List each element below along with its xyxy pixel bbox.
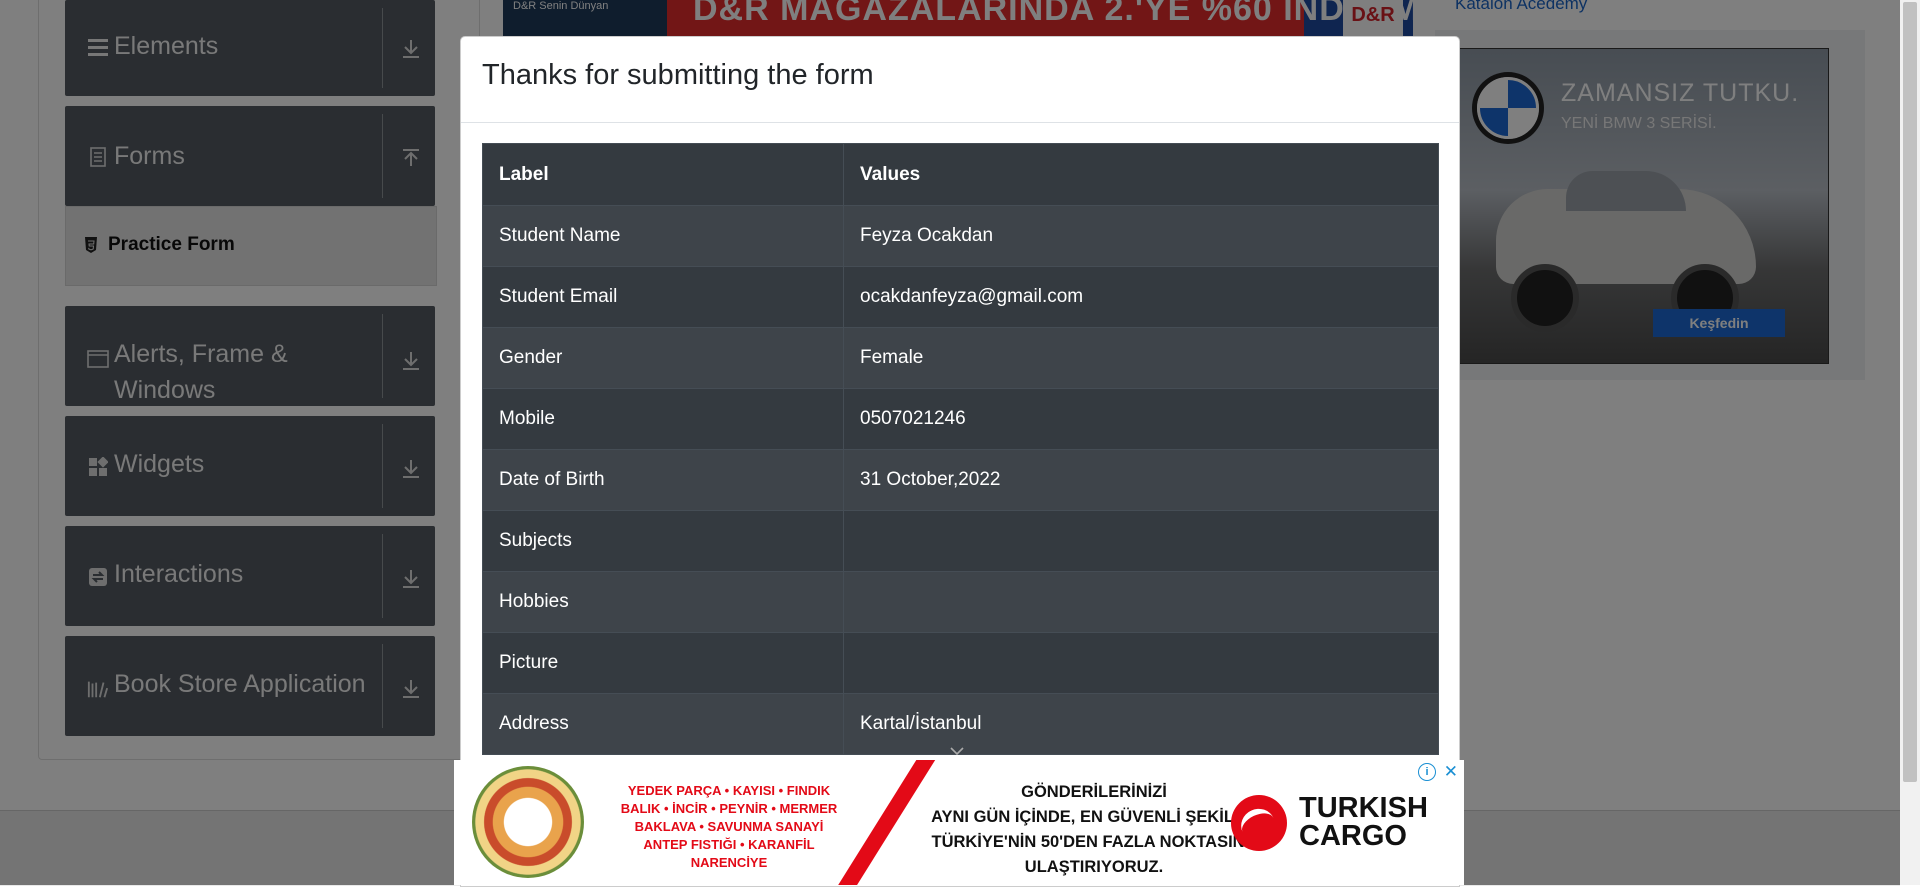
table-row: Hobbies	[482, 571, 1439, 633]
row-value: ocakdanfeyza@gmail.com	[843, 266, 1439, 328]
row-label: Address	[482, 693, 844, 755]
row-label: Subjects	[482, 510, 844, 572]
ad-text-line: YEDEK PARÇA • KAYISI • FINDIK	[627, 783, 831, 798]
ad-text-line: BAKLAVA • SAVUNMA SANAYİ	[634, 819, 824, 834]
row-value: Kartal/İstanbul	[843, 693, 1439, 755]
turkish-cargo-logo-icon	[1231, 795, 1287, 851]
table-row: Mobile 0507021246	[482, 388, 1439, 450]
bottom-ad-banner[interactable]: YEDEK PARÇA • KAYISI • FINDIK BALIK • İN…	[454, 760, 1464, 885]
products-wheel-image	[472, 766, 584, 878]
table-row: Student Email ocakdanfeyza@gmail.com	[482, 266, 1439, 328]
row-value: 0507021246	[843, 388, 1439, 450]
modal-title: Thanks for submitting the form	[482, 59, 874, 91]
table-row: Gender Female	[482, 327, 1439, 389]
row-value: Female	[843, 327, 1439, 389]
table-row: Date of Birth 31 October,2022	[482, 449, 1439, 511]
ad-text-line: NARENCİYE	[690, 855, 768, 870]
row-label: Date of Birth	[482, 449, 844, 511]
table-row: Subjects	[482, 510, 1439, 572]
row-label: Gender	[482, 327, 844, 389]
modal-header: Thanks for submitting the form	[461, 37, 1459, 123]
row-value: Feyza Ocakdan	[843, 205, 1439, 267]
scrollbar-thumb[interactable]	[1903, 2, 1917, 782]
ad-text-line: BALIK • İNCİR • PEYNİR • MERMER	[620, 801, 838, 816]
brand-line: TURKISH	[1299, 792, 1428, 824]
brand-line: CARGO	[1299, 820, 1407, 852]
close-icon[interactable]: ✕	[1444, 762, 1458, 782]
results-table: Label Values Student Name Feyza Ocakdan …	[482, 143, 1439, 755]
row-value	[843, 632, 1439, 694]
row-label: Picture	[482, 632, 844, 694]
table-header-row: Label Values	[482, 143, 1439, 206]
brand-name: TURKISH CARGO	[1299, 792, 1428, 852]
row-label: Student Name	[482, 205, 844, 267]
chevron-down-icon	[949, 743, 965, 759]
row-value	[843, 571, 1439, 633]
row-value: 31 October,2022	[843, 449, 1439, 511]
table-row: Picture	[482, 632, 1439, 694]
row-value	[843, 510, 1439, 572]
table-row: Student Name Feyza Ocakdan	[482, 205, 1439, 267]
column-header: Label	[482, 143, 844, 206]
ad-text-line: ULAŞTIRIYORUZ.	[1024, 858, 1164, 876]
row-label: Student Email	[482, 266, 844, 328]
adchoices-icon[interactable]: i	[1418, 763, 1436, 781]
row-label: Mobile	[482, 388, 844, 450]
column-header: Values	[843, 143, 1439, 206]
row-label: Hobbies	[482, 571, 844, 633]
ad-text-line: ANTEP FISTIĞI • KARANFİL	[643, 837, 815, 852]
ad-products-text: YEDEK PARÇA • KAYISI • FINDIK BALIK • İN…	[594, 782, 864, 872]
scrollbar[interactable]	[1900, 0, 1920, 885]
